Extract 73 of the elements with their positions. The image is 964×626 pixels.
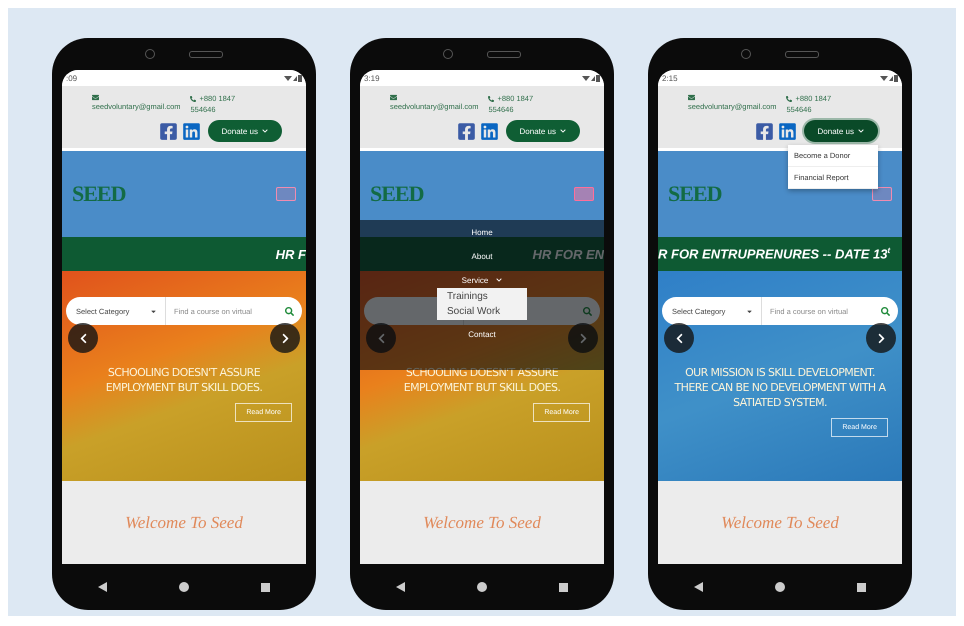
hero-slogan: OUR MISSION IS SKILL DEVELOPMENT. THERE CAN BE NO DEVELOPMENT WITH A SATIATED SYSTEM. [674, 365, 886, 410]
caret-icon [150, 308, 157, 314]
nav-item[interactable]: About [472, 244, 492, 268]
search-icon[interactable] [285, 306, 294, 316]
status-time: :09 [66, 74, 78, 82]
recents-icon[interactable] [559, 582, 568, 592]
seed-logo: SEED [72, 181, 126, 207]
hero-slogan: SCHOOLING DOESN'T ASSURE EMPLOYMENT BUT SKILL DOES. [104, 365, 264, 395]
camera-icon [443, 49, 453, 59]
chevron-icon [262, 128, 268, 134]
chevron-right-icon [280, 332, 290, 344]
caret-icon [746, 308, 753, 314]
linkedin-icon[interactable] [182, 122, 201, 140]
camera-icon [741, 49, 751, 59]
speaker-icon [785, 50, 819, 58]
seed-logo: SEED [370, 181, 424, 207]
nav-item[interactable]: Contact [468, 322, 496, 346]
nav-item[interactable]: Service [462, 268, 502, 292]
seed-logo: SEED [668, 181, 722, 207]
phone-icon [488, 96, 494, 102]
welcome-heading: Welcome To Seed [721, 512, 839, 532]
donate-button[interactable]: Donate us [506, 120, 580, 142]
home-icon[interactable] [179, 582, 189, 592]
chevron-right-icon [578, 332, 588, 344]
signal-battery-icon [582, 74, 600, 82]
facebook-icon[interactable] [158, 122, 178, 140]
mail-icon [390, 94, 397, 101]
menu-icon[interactable] [872, 187, 892, 201]
donate-button[interactable]: Donate us [804, 120, 878, 142]
ticker-text: HR FOR EN [532, 246, 604, 262]
ticker-text: HR F [276, 246, 306, 262]
next-button[interactable] [270, 323, 300, 353]
nav-item[interactable]: Home [471, 220, 493, 244]
welcome-heading: Welcome To Seed [423, 512, 541, 532]
welcome-heading: Welcome To Seed [125, 512, 243, 532]
signal-battery-icon [880, 74, 898, 82]
previous-button[interactable] [68, 323, 98, 353]
chevron-icon [858, 128, 864, 134]
mail-icon [92, 94, 99, 101]
submenu-item[interactable]: Social Work [447, 304, 517, 319]
ticker-text: R FOR ENTRUPRENURES -- DATE 13$^{t}$ [658, 246, 890, 262]
hero-slogan: SCHOOLING DOESN'T ASSURE EMPLOYMENT BUT SKILL DOES. [402, 365, 562, 395]
linkedin-icon[interactable] [480, 122, 499, 140]
chevron-icon [496, 277, 502, 283]
search-icon[interactable] [881, 306, 890, 316]
facebook-icon[interactable] [456, 122, 476, 140]
chevron-left-icon [78, 332, 88, 344]
back-icon[interactable] [98, 582, 107, 592]
donate-button[interactable]: Donate us [208, 120, 282, 142]
chevron-left-icon [674, 332, 684, 344]
speaker-icon [189, 50, 223, 58]
status-time: 2:15 [662, 74, 678, 82]
back-icon[interactable] [694, 582, 703, 592]
recents-icon[interactable] [857, 582, 866, 592]
chevron-left-icon [376, 332, 386, 344]
status-time: 3:19 [364, 74, 380, 82]
previous-button[interactable] [664, 323, 694, 353]
facebook-icon[interactable] [754, 122, 774, 140]
phone-icon [190, 96, 196, 102]
submenu-item[interactable]: Trainings [447, 289, 517, 304]
speaker-icon [487, 50, 521, 58]
recents-icon[interactable] [261, 582, 270, 592]
next-button[interactable] [866, 323, 896, 353]
signal-battery-icon [284, 74, 302, 82]
chevron-icon [560, 128, 566, 134]
camera-icon [145, 49, 155, 59]
mail-icon [688, 94, 695, 101]
home-icon[interactable] [477, 582, 487, 592]
linkedin-icon[interactable] [778, 122, 797, 140]
back-icon[interactable] [396, 582, 405, 592]
chevron-right-icon [876, 332, 886, 344]
phone-icon [786, 96, 792, 102]
home-icon[interactable] [775, 582, 785, 592]
